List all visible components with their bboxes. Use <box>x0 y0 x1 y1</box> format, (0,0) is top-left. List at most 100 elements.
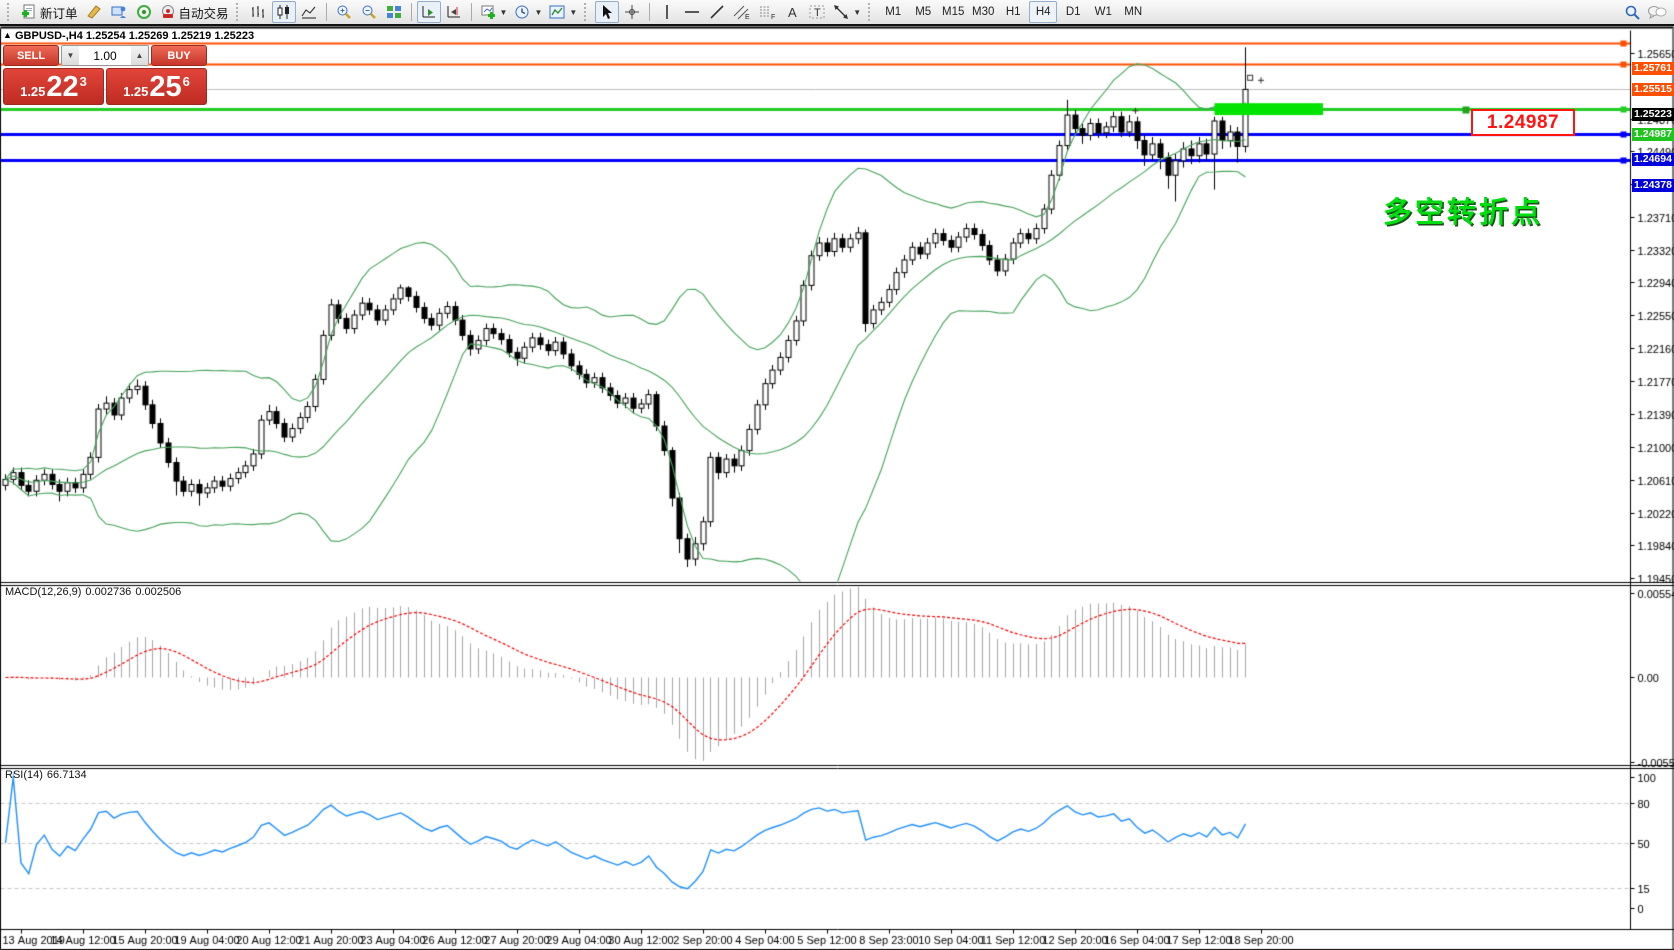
zoom-out-icon <box>361 4 377 20</box>
template-icon <box>549 4 565 20</box>
fibonacci-tool-button[interactable]: F <box>755 1 779 23</box>
toolbar-grip[interactable] <box>584 3 591 21</box>
price-annotation-label: 1.24987 <box>1471 109 1575 136</box>
styler-button[interactable] <box>82 1 106 23</box>
zoom-in-button[interactable] <box>332 1 356 23</box>
autotrade-icon <box>160 4 176 20</box>
auto-scroll-icon <box>421 4 437 20</box>
zoom-out-button[interactable] <box>357 1 381 23</box>
svg-text:E: E <box>745 14 750 20</box>
chart-window: ▲ GBPUSD-,H4 1.25254 1.25269 1.25219 1.2… <box>0 26 1674 950</box>
macd-value-signal: 0.002506 <box>135 586 181 598</box>
timeframe-M30[interactable]: M30 <box>969 1 997 23</box>
volume-down-button[interactable]: ▼ <box>62 46 79 65</box>
rsi-value: 66.7134 <box>47 769 87 781</box>
volume-up-button[interactable]: ▲ <box>131 46 148 65</box>
timeframe-M5[interactable]: M5 <box>909 1 937 23</box>
tile-windows-button[interactable] <box>382 1 406 23</box>
timeframe-D1[interactable]: D1 <box>1059 1 1087 23</box>
volume-input[interactable] <box>79 46 131 65</box>
timeframe-MN[interactable]: MN <box>1119 1 1147 23</box>
rsi-label: RSI(14) 66.7134 <box>5 769 91 781</box>
timeframe-M1[interactable]: M1 <box>879 1 907 23</box>
toolbar-grip[interactable] <box>868 3 875 21</box>
label-tool-button[interactable]: T <box>805 1 829 23</box>
text-label-icon: T <box>808 4 826 20</box>
text-tool-button[interactable]: A <box>780 1 804 23</box>
trendline-icon <box>709 4 725 20</box>
tile-windows-icon <box>386 4 402 20</box>
equidistant-channel-icon: E <box>733 4 751 20</box>
price-badge: 1.24694 <box>1632 153 1674 166</box>
bar-chart-icon <box>251 4 267 20</box>
toolbar-grip[interactable] <box>236 3 243 21</box>
new-order-button[interactable]: 新订单 <box>18 1 81 23</box>
periods-button[interactable]: ▼ <box>511 1 545 23</box>
vertical-line-icon <box>660 4 674 20</box>
sell-quote-base: 1.25 <box>20 84 45 99</box>
terminal-button[interactable] <box>107 1 131 23</box>
cn-annotation-text: 多空转折点 <box>1383 189 1543 231</box>
arrows-tool-button[interactable]: ▼ <box>830 1 864 23</box>
timeframe-H1[interactable]: H1 <box>999 1 1027 23</box>
toolbar: 新订单 自动交易 <box>0 0 1674 26</box>
svg-text:F: F <box>771 14 775 20</box>
chart-candles-button[interactable] <box>272 1 296 23</box>
search-button[interactable] <box>1620 1 1644 23</box>
buy-quote-pip: 6 <box>183 74 190 89</box>
chevron-down-icon: ▼ <box>534 8 542 17</box>
channel-tool-button[interactable]: E <box>730 1 754 23</box>
volume-stepper: ▼ ▲ <box>61 45 149 66</box>
chart-canvas[interactable] <box>0 26 1674 950</box>
price-badge: 1.25515 <box>1632 83 1674 96</box>
cursor-button[interactable] <box>595 1 619 23</box>
timeframe-M15[interactable]: M15 <box>939 1 967 23</box>
signal-icon <box>136 4 152 20</box>
chart-line-button[interactable] <box>297 1 321 23</box>
rsi-name: RSI(14) <box>5 769 43 781</box>
candlestick-icon <box>276 4 292 20</box>
chevron-down-icon: ▼ <box>569 8 577 17</box>
new-chart-icon <box>480 4 496 20</box>
oneclick-collapse-icon[interactable]: ▲ <box>3 30 12 40</box>
timeframe-H4[interactable]: H4 <box>1029 1 1057 23</box>
chart-shift-icon <box>446 4 462 20</box>
chevron-down-icon: ▼ <box>853 8 861 17</box>
crosshair-button[interactable] <box>620 1 644 23</box>
sell-quote[interactable]: 1.25 22 3 <box>3 68 104 105</box>
signal-button[interactable] <box>132 1 156 23</box>
one-click-trading-panel: SELL ▼ ▲ BUY 1.25 22 3 1.25 25 6 <box>3 45 207 105</box>
cursor-icon <box>599 4 615 20</box>
chat-icon <box>1647 4 1667 20</box>
timeframe-W1[interactable]: W1 <box>1089 1 1117 23</box>
mt4-terminal: 新订单 自动交易 <box>0 0 1674 950</box>
text-icon: A <box>788 5 797 20</box>
hline-tool-button[interactable] <box>680 1 704 23</box>
crosshair-icon <box>624 4 640 20</box>
macd-value-main: 0.002736 <box>85 586 131 598</box>
clock-icon <box>514 4 530 20</box>
buy-quote[interactable]: 1.25 25 6 <box>106 68 207 105</box>
horizontal-line-icon <box>684 5 700 19</box>
template-button[interactable]: ▼ <box>546 1 580 23</box>
price-badge: 1.25223 <box>1632 108 1674 121</box>
new-order-label: 新订单 <box>40 3 78 22</box>
chart-bars-button[interactable] <box>247 1 271 23</box>
price-badge: 1.25761 <box>1632 62 1674 75</box>
chat-button[interactable] <box>1644 1 1670 23</box>
autotrade-button[interactable]: 自动交易 <box>157 1 232 23</box>
new-chart-button[interactable]: ▼ <box>477 1 511 23</box>
macd-label: MACD(12,26,9)0.0027360.002506 <box>5 586 185 598</box>
auto-scroll-button[interactable] <box>417 1 441 23</box>
new-order-icon <box>21 4 37 20</box>
zoom-in-icon <box>336 4 352 20</box>
trendline-tool-button[interactable] <box>705 1 729 23</box>
vline-tool-button[interactable] <box>655 1 679 23</box>
toolbar-grip[interactable] <box>7 3 14 21</box>
buy-button[interactable]: BUY <box>151 45 207 66</box>
chart-shift-button[interactable] <box>442 1 466 23</box>
sell-button[interactable]: SELL <box>3 45 59 66</box>
price-badge: 1.24987 <box>1632 128 1674 141</box>
sell-quote-pip: 3 <box>80 74 87 89</box>
terminal-icon <box>111 4 127 20</box>
